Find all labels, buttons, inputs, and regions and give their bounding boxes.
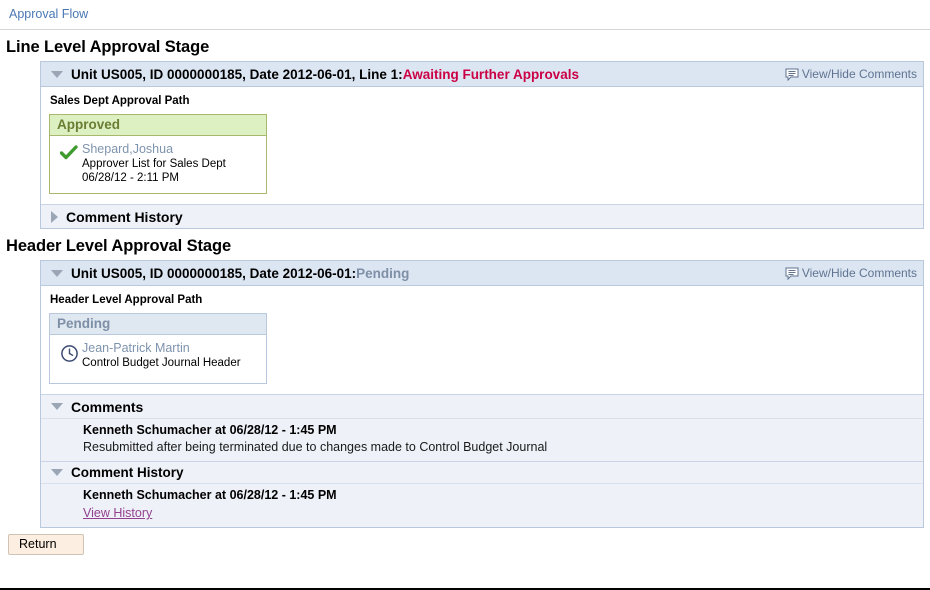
approver-name-link-shepard[interactable]: Shepard,Joshua [82, 142, 226, 156]
comment-history-title-header: Comment History [71, 465, 184, 480]
header-level-path-label: Header Level Approval Path [50, 294, 923, 306]
speech-bubble-icon [785, 68, 799, 81]
triangle-down-icon[interactable] [51, 403, 63, 410]
view-hide-comments-toggle-line[interactable]: View/Hide Comments [785, 67, 921, 81]
clock-icon [56, 340, 82, 363]
page-footer: Return [0, 528, 930, 555]
triangle-down-icon[interactable] [51, 71, 63, 78]
sales-dept-path-label: Sales Dept Approval Path [50, 95, 923, 107]
header-level-approval-panel: Unit US005, ID 0000000185, Date 2012-06-… [40, 260, 924, 528]
approval-step-status-pending: Pending [50, 314, 266, 335]
line-level-header-title: Unit US005, ID 0000000185, Date 2012-06-… [71, 67, 403, 82]
comment-author-line: Kenneth Schumacher at 06/28/12 - 1:45 PM [83, 422, 923, 439]
breadcrumb: Approval Flow [0, 0, 930, 30]
return-button[interactable]: Return [8, 534, 84, 555]
line-level-status-badge: Awaiting Further Approvals [403, 67, 579, 82]
triangle-down-icon[interactable] [51, 270, 63, 277]
header-level-approval-path-body: Header Level Approval Path Pending Jean-… [41, 286, 923, 394]
speech-bubble-icon [785, 267, 799, 280]
comments-section-title: Comments [71, 399, 143, 415]
line-level-approval-panel: Unit US005, ID 0000000185, Date 2012-06-… [40, 61, 924, 229]
view-hide-comments-label-header: View/Hide Comments [802, 266, 917, 280]
comment-history-header-line[interactable]: Comment History [41, 204, 923, 228]
view-hide-comments-toggle-header[interactable]: View/Hide Comments [785, 266, 921, 280]
approval-flow-page: Approval Flow Line Level Approval Stage … [0, 0, 930, 590]
approval-timestamp-sales-dept: 06/28/12 - 2:11 PM [82, 171, 226, 185]
approver-name-link-martin[interactable]: Jean-Patrick Martin [82, 341, 241, 355]
comments-section-header[interactable]: Comments [41, 394, 923, 418]
approval-step-box-approved: Approved Shepard,Joshua Approver List fo… [49, 114, 267, 194]
comment-text: Resubmitted after being terminated due t… [83, 439, 923, 456]
triangle-right-icon[interactable] [51, 211, 58, 223]
green-check-icon [56, 141, 82, 161]
header-level-panel-header[interactable]: Unit US005, ID 0000000185, Date 2012-06-… [41, 261, 923, 286]
approver-role-sales-dept: Approver List for Sales Dept [82, 157, 226, 171]
sales-dept-approval-path-body: Sales Dept Approval Path Approved Shepar… [41, 87, 923, 204]
triangle-down-icon[interactable] [51, 469, 63, 476]
comment-history-body: Kenneth Schumacher at 06/28/12 - 1:45 PM… [41, 483, 923, 527]
view-history-link[interactable]: View History [83, 506, 152, 520]
comment-history-title-line: Comment History [66, 209, 183, 225]
stage-title-line-level: Line Level Approval Stage [6, 38, 930, 57]
header-level-status-badge: Pending [356, 266, 409, 281]
line-level-panel-header[interactable]: Unit US005, ID 0000000185, Date 2012-06-… [41, 62, 923, 87]
header-level-header-title: Unit US005, ID 0000000185, Date 2012-06-… [71, 266, 356, 281]
approval-step-status-approved: Approved [50, 115, 266, 136]
breadcrumb-link-approval-flow[interactable]: Approval Flow [9, 7, 88, 21]
stage-title-header-level: Header Level Approval Stage [6, 237, 930, 256]
comment-history-header-level[interactable]: Comment History [41, 461, 923, 483]
comment-history-author-line: Kenneth Schumacher at 06/28/12 - 1:45 PM [83, 487, 923, 504]
approver-role-control-budget: Control Budget Journal Header [82, 356, 241, 370]
view-hide-comments-label-line: View/Hide Comments [802, 67, 917, 81]
comments-section-body: Kenneth Schumacher at 06/28/12 - 1:45 PM… [41, 418, 923, 461]
approval-step-box-pending: Pending Jean-Patrick Martin Control Budg… [49, 313, 267, 384]
